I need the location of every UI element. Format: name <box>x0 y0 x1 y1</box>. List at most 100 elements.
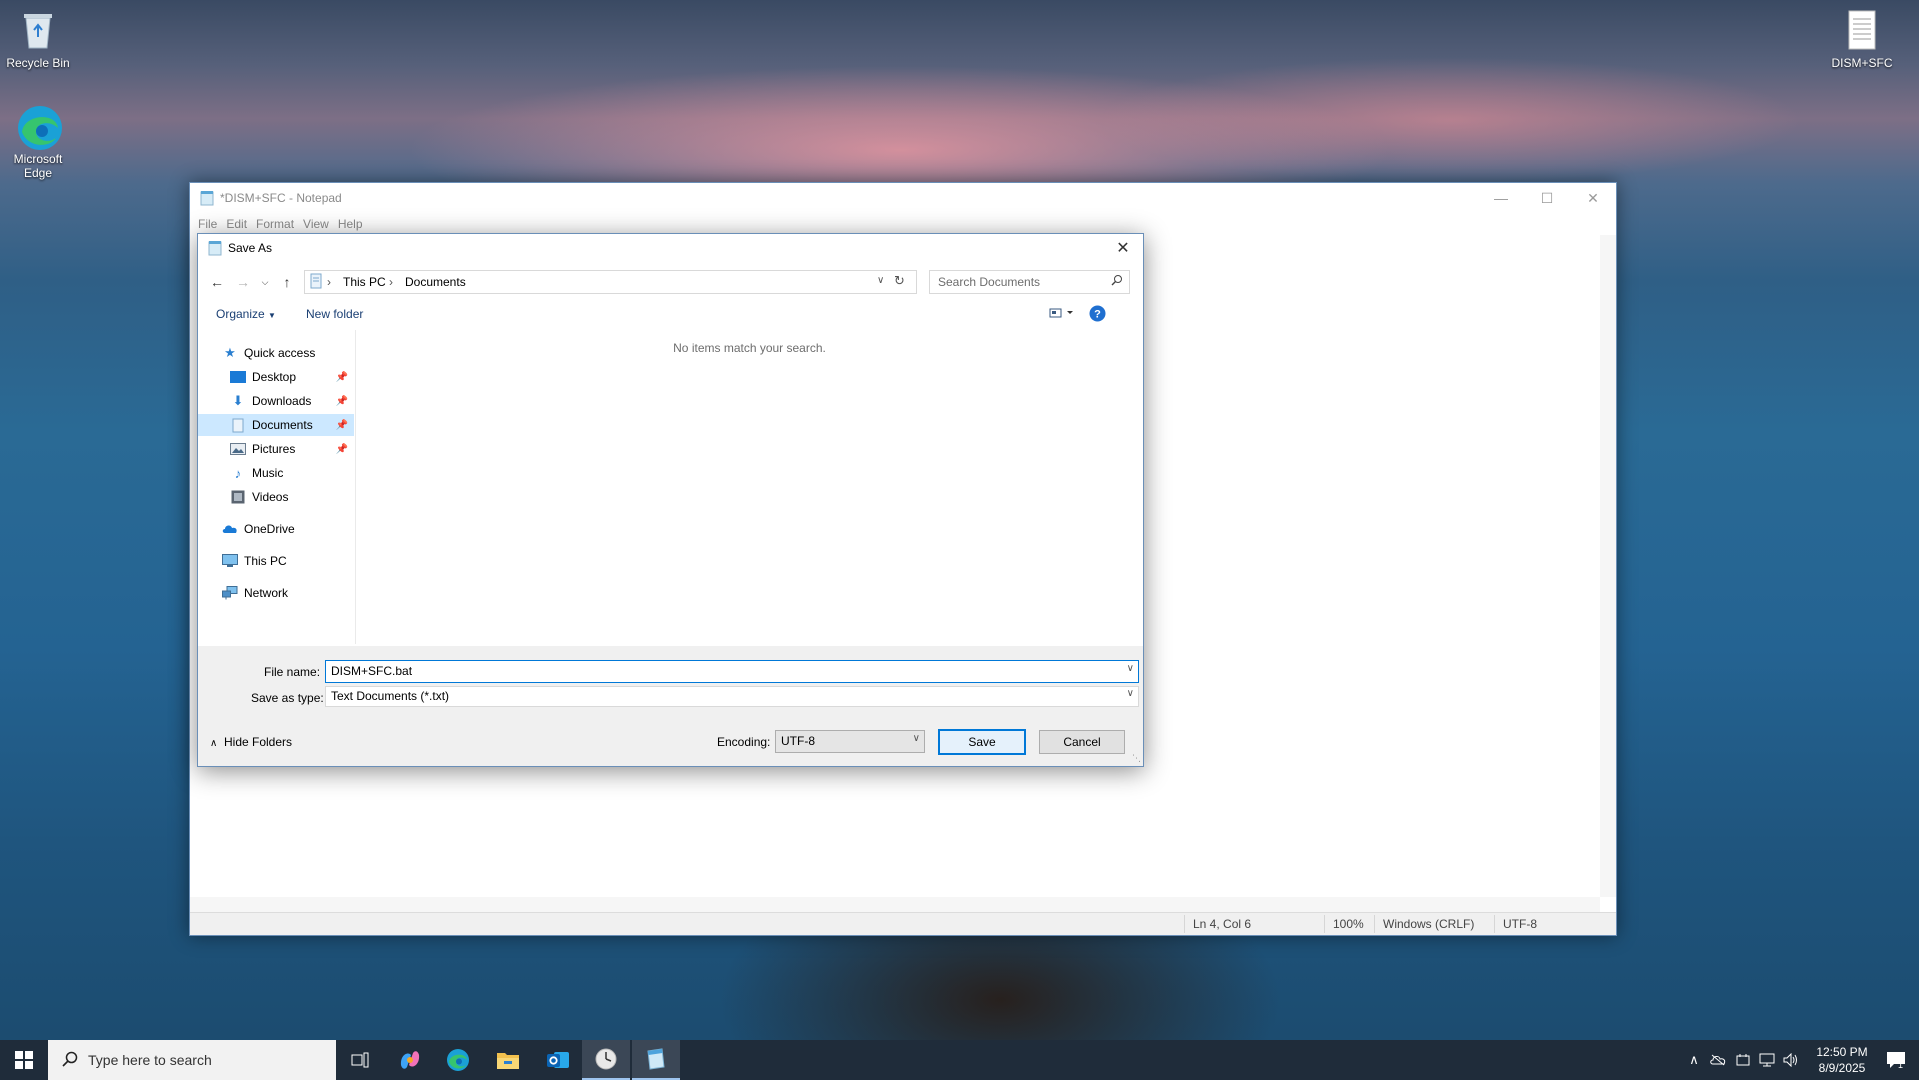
menu-view[interactable]: View <box>303 217 336 231</box>
close-button[interactable]: ✕ <box>1570 183 1616 213</box>
notepad-taskbar-button[interactable] <box>632 1040 680 1080</box>
address-dropdown[interactable]: ∨ <box>877 275 884 286</box>
menu-edit[interactable]: Edit <box>226 217 254 231</box>
menu-help[interactable]: Help <box>338 217 370 231</box>
nav-documents[interactable]: Documents 📌 <box>198 414 354 436</box>
file-name-label: File name: <box>264 665 321 679</box>
dialog-titlebar[interactable]: Save As ✕ <box>198 234 1143 262</box>
chevron-down-icon[interactable]: ∨ <box>1127 663 1134 674</box>
refresh-icon[interactable]: ↻ <box>894 273 905 289</box>
minimize-button[interactable]: — <box>1478 183 1524 213</box>
encoding-select[interactable]: UTF-8 ∨ <box>775 730 925 753</box>
pin-icon: 📌 <box>335 371 348 383</box>
notepad-titlebar[interactable]: *DISM+SFC - Notepad — ☐ ✕ <box>190 183 1616 213</box>
music-icon: ♪ <box>234 465 242 481</box>
search-icon <box>62 1051 78 1070</box>
hide-folders-button[interactable]: ∧ Hide Folders <box>210 735 292 749</box>
edge-taskbar-button[interactable] <box>434 1040 482 1080</box>
clock-app-taskbar-button[interactable] <box>582 1040 630 1080</box>
arrow-right-icon: → <box>236 274 250 290</box>
status-zoom: 100% <box>1333 917 1364 931</box>
nav-videos[interactable]: Videos <box>198 486 354 508</box>
dialog-title: Save As <box>228 241 273 255</box>
cancel-button[interactable]: Cancel <box>1039 730 1125 754</box>
organize-button[interactable]: Organize ▼ <box>216 307 276 321</box>
taskbar-search-box[interactable]: Type here to search <box>48 1040 336 1080</box>
horizontal-scrollbar[interactable] <box>190 897 1600 913</box>
nav-downloads[interactable]: ⬇ Downloads 📌 <box>198 390 354 412</box>
address-bar[interactable]: › This PC › Documents ∨ ↻ <box>304 270 917 294</box>
file-name-input[interactable]: DISM+SFC.bat ∨ <box>325 660 1139 683</box>
arrow-up-icon: ↑ <box>283 274 291 290</box>
resize-grip-icon[interactable]: ⋱ <box>1132 753 1141 764</box>
desktop-icon-dism-sfc[interactable]: DISM+SFC <box>1822 8 1902 70</box>
nav-onedrive[interactable]: OneDrive <box>198 518 354 540</box>
save-button[interactable]: Save <box>938 729 1026 755</box>
task-view-button[interactable] <box>336 1040 384 1080</box>
start-button[interactable] <box>0 1040 48 1080</box>
search-input[interactable]: Search Documents <box>929 270 1130 294</box>
nav-pictures[interactable]: Pictures 📌 <box>198 438 354 460</box>
outlook-icon <box>547 1052 569 1068</box>
desktop-icon-recycle-bin[interactable]: Recycle Bin <box>0 8 78 70</box>
forward-button[interactable]: → <box>232 271 254 293</box>
notification-center-button[interactable]: 1 <box>1876 1040 1916 1080</box>
show-hidden-icons-button[interactable]: ∧ <box>1684 1040 1704 1080</box>
nav-music[interactable]: ♪ Music <box>198 462 354 484</box>
search-placeholder: Search Documents <box>938 275 1041 289</box>
taskbar-clock[interactable]: 12:50 PM 8/9/2025 <box>1807 1044 1877 1076</box>
task-view-icon <box>351 1052 369 1068</box>
command-bar: Organize ▼ New folder ? <box>198 298 1143 330</box>
breadcrumb-documents[interactable]: Documents <box>405 275 466 289</box>
menu-file[interactable]: File <box>198 217 224 231</box>
file-explorer-taskbar-button[interactable] <box>484 1040 532 1080</box>
save-type-select[interactable]: Text Documents (*.txt) ∨ <box>325 686 1139 707</box>
desktop-icon-edge[interactable]: Microsoft Edge <box>0 104 78 180</box>
close-icon: ✕ <box>1587 189 1599 206</box>
nav-label: Desktop <box>252 370 297 384</box>
menu-format[interactable]: Format <box>256 217 301 231</box>
clock-time: 12:50 PM <box>1816 1045 1868 1059</box>
view-icon <box>1049 308 1073 318</box>
recent-locations-button[interactable]: ⌵ <box>254 271 276 293</box>
network-tray-icon[interactable] <box>1755 1040 1779 1080</box>
status-encoding: UTF-8 <box>1503 917 1537 931</box>
help-icon[interactable]: ? <box>1089 305 1106 325</box>
new-folder-button[interactable]: New folder <box>306 307 363 321</box>
cloud-icon <box>222 521 238 537</box>
desktop-icon <box>230 369 246 385</box>
nav-label: OneDrive <box>244 522 295 536</box>
desktop-icon-label: Recycle Bin <box>6 56 70 70</box>
view-options-button[interactable] <box>1049 306 1075 323</box>
navigation-pane: ★ Quick access Desktop 📌 ⬇ Downloads 📌 D… <box>198 330 356 644</box>
back-button[interactable]: ← <box>206 271 228 293</box>
onedrive-tray-icon[interactable] <box>1706 1040 1730 1080</box>
vertical-scrollbar[interactable] <box>1600 235 1616 897</box>
status-line-endings: Windows (CRLF) <box>1383 917 1475 931</box>
file-list[interactable]: No items match your search. <box>356 330 1143 644</box>
copilot-taskbar-button[interactable] <box>386 1040 434 1080</box>
caret-down-icon: ▼ <box>268 311 276 320</box>
folder-icon <box>497 1053 519 1069</box>
volume-tray-icon[interactable] <box>1779 1040 1803 1080</box>
dialog-close-button[interactable]: ✕ <box>1103 234 1143 262</box>
minimize-icon: — <box>1494 190 1508 206</box>
meet-now-tray-icon[interactable] <box>1731 1040 1755 1080</box>
maximize-button[interactable]: ☐ <box>1524 183 1570 213</box>
nav-label: Music <box>252 466 284 480</box>
up-button[interactable]: ↑ <box>276 271 298 293</box>
downloads-icon: ⬇ <box>232 393 244 408</box>
nav-network[interactable]: Network <box>198 582 354 604</box>
windows-logo-icon <box>15 1051 33 1069</box>
copilot-icon <box>400 1051 420 1069</box>
network-icon <box>222 585 238 601</box>
nav-label: Network <box>244 586 289 600</box>
outlook-taskbar-button[interactable] <box>534 1040 582 1080</box>
nav-this-pc[interactable]: This PC <box>198 550 354 572</box>
nav-desktop[interactable]: Desktop 📌 <box>198 366 354 388</box>
desktop-icon-label: DISM+SFC <box>1831 56 1893 70</box>
breadcrumb-this-pc[interactable]: This PC <box>343 275 386 289</box>
nav-quick-access[interactable]: ★ Quick access <box>198 342 354 364</box>
status-bar: Ln 4, Col 6 100% Windows (CRLF) UTF-8 <box>190 912 1616 935</box>
search-icon <box>1111 274 1123 289</box>
